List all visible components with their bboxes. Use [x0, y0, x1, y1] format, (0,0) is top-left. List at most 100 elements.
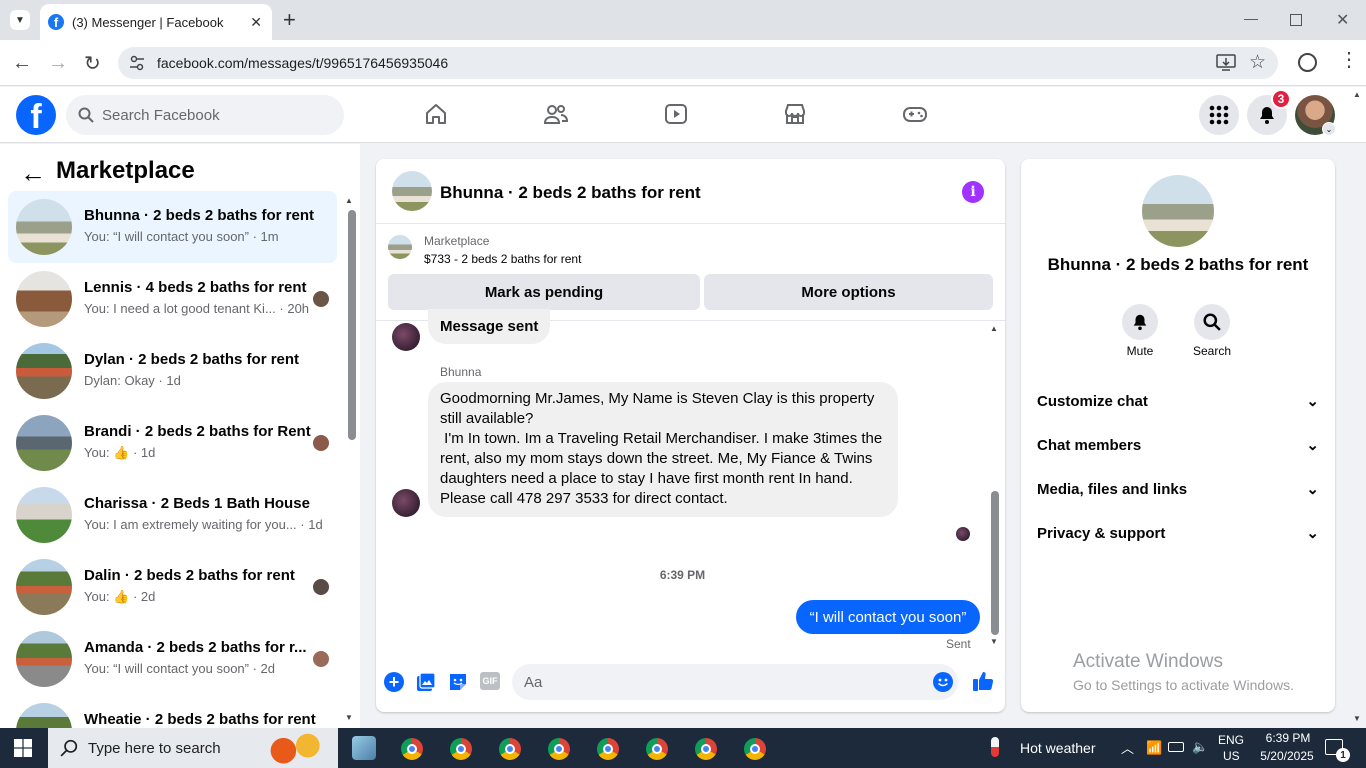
- menu-grid-button[interactable]: [1199, 95, 1239, 135]
- search-in-chat-button[interactable]: [1194, 304, 1230, 340]
- chrome-taskbar-icon[interactable]: [646, 738, 668, 760]
- page-scroll-down-icon[interactable]: ▼: [1353, 714, 1361, 723]
- read-receipt-avatar: [956, 527, 970, 541]
- chat-panel: Bhunna · 2 beds 2 baths for rent i Marke…: [376, 159, 1005, 712]
- clock-date[interactable]: 5/20/2025: [1252, 749, 1322, 763]
- tab-title: (3) Messenger | Facebook: [72, 14, 224, 30]
- scroll-up-icon[interactable]: ▲: [345, 196, 353, 205]
- language-region[interactable]: US: [1223, 749, 1240, 763]
- like-thumb-icon[interactable]: [972, 670, 994, 692]
- language-ime[interactable]: ENG: [1218, 733, 1244, 747]
- taskbar-search-icon: [60, 739, 78, 757]
- thread-item-lennis[interactable]: Lennis · 4 beds 2 baths for rent You: I …: [8, 263, 337, 335]
- thermometer-icon[interactable]: [991, 737, 999, 757]
- restore-icon[interactable]: [1290, 14, 1302, 26]
- message-input[interactable]: Aa: [512, 664, 958, 700]
- clock-time[interactable]: 6:39 PM: [1258, 731, 1318, 745]
- thread-item-dylan[interactable]: Dylan · 2 beds 2 baths for rent Dylan: O…: [8, 335, 337, 407]
- account-chevron-icon[interactable]: ⌄: [1322, 122, 1336, 136]
- tab-search-icon[interactable]: ▼: [10, 10, 30, 30]
- watch-icon[interactable]: [664, 102, 688, 126]
- windows-start-icon[interactable]: [14, 739, 32, 757]
- thread-preview: You: 👍 · 2d: [84, 589, 156, 604]
- privacy-support-row[interactable]: Privacy & support ⌄: [1037, 513, 1319, 553]
- reload-icon[interactable]: ↻: [84, 51, 101, 76]
- marketplace-icon[interactable]: [783, 102, 807, 126]
- profile-icon[interactable]: [1298, 53, 1317, 72]
- activate-windows-subtitle: Go to Settings to activate Windows.: [1073, 677, 1294, 693]
- chrome-taskbar-icon[interactable]: [450, 738, 472, 760]
- forward-icon[interactable]: →: [48, 52, 68, 75]
- info-icon[interactable]: i: [962, 181, 984, 203]
- chrome-taskbar-icon[interactable]: [695, 738, 717, 760]
- new-tab-icon[interactable]: +: [283, 9, 296, 31]
- chat-scrollbar[interactable]: [991, 491, 999, 635]
- browser-menu-icon[interactable]: ⋮: [1339, 50, 1359, 70]
- thread-name: Charissa · 2 Beds 1 Bath House: [84, 495, 310, 512]
- thread-item-wheatie[interactable]: Wheatie · 2 beds 2 baths for rent: [8, 695, 337, 728]
- facebook-logo-icon[interactable]: f: [16, 95, 56, 135]
- back-arrow-icon[interactable]: ←: [20, 158, 46, 189]
- photo-icon[interactable]: [416, 672, 436, 692]
- seen-avatar: [313, 651, 329, 667]
- chrome-taskbar-icon[interactable]: [597, 738, 619, 760]
- row-label: Customize chat: [1037, 392, 1148, 410]
- volume-icon[interactable]: 🔈: [1192, 739, 1208, 755]
- chrome-taskbar-icon[interactable]: [499, 738, 521, 760]
- page-scroll-up-icon[interactable]: ▲: [1353, 90, 1361, 99]
- listing-thumbnail: [16, 703, 72, 728]
- friends-icon[interactable]: [543, 102, 569, 126]
- row-label: Chat members: [1037, 436, 1142, 454]
- back-icon[interactable]: ←: [12, 52, 32, 75]
- weather-text[interactable]: Hot weather: [1020, 740, 1095, 756]
- chrome-taskbar-icon[interactable]: [744, 738, 766, 760]
- more-options-button[interactable]: More options: [704, 274, 993, 310]
- close-window-icon[interactable]: ✕: [1336, 10, 1349, 30]
- bookmark-star-icon[interactable]: ☆: [1249, 51, 1266, 74]
- install-app-icon[interactable]: [1216, 54, 1236, 72]
- thread-item-dalin[interactable]: Dalin · 2 beds 2 baths for rent You: 👍 ·…: [8, 551, 337, 623]
- thread-name: Dylan · 2 beds 2 baths for rent: [84, 351, 300, 368]
- thread-item-charissa[interactable]: Charissa · 2 Beds 1 Bath House You: I am…: [8, 479, 337, 551]
- thread-name: Brandi · 2 beds 2 baths for Rent: [84, 423, 311, 440]
- media-files-links-row[interactable]: Media, files and links ⌄: [1037, 469, 1319, 509]
- gaming-icon[interactable]: [902, 102, 928, 126]
- chat-avatar[interactable]: [392, 171, 432, 211]
- close-tab-icon[interactable]: ✕: [250, 14, 262, 31]
- battery-icon[interactable]: [1168, 742, 1184, 752]
- thread-item-bhunna[interactable]: Bhunna · 2 beds 2 baths for rent You: “I…: [8, 191, 337, 263]
- chat-scroll-down-icon[interactable]: ▼: [990, 637, 998, 646]
- emoji-icon[interactable]: [933, 672, 953, 692]
- mute-button[interactable]: [1122, 304, 1158, 340]
- gif-icon[interactable]: GIF: [480, 672, 500, 690]
- thread-name: Wheatie · 2 beds 2 baths for rent: [84, 711, 316, 728]
- site-info-icon[interactable]: [128, 54, 146, 72]
- chrome-taskbar-icon[interactable]: [401, 738, 423, 760]
- thread-item-amanda[interactable]: Amanda · 2 beds 2 baths for r... You: “I…: [8, 623, 337, 695]
- facebook-search-input[interactable]: Search Facebook: [66, 95, 344, 135]
- chat-members-row[interactable]: Chat members ⌄: [1037, 425, 1319, 465]
- chat-title[interactable]: Bhunna · 2 beds 2 baths for rent: [440, 183, 701, 203]
- mark-as-pending-button[interactable]: Mark as pending: [388, 274, 700, 310]
- notification-center-badge: 1: [1336, 748, 1350, 762]
- thread-list-scrollbar[interactable]: [348, 210, 356, 440]
- sticker-icon[interactable]: [448, 672, 468, 692]
- chat-scroll-up-icon[interactable]: ▲: [990, 324, 998, 333]
- thread-item-brandi[interactable]: Brandi · 2 beds 2 baths for Rent You: 👍 …: [8, 407, 337, 479]
- network-icon[interactable]: 📶: [1146, 740, 1162, 756]
- customize-chat-row[interactable]: Customize chat ⌄: [1037, 381, 1319, 421]
- scroll-down-icon[interactable]: ▼: [345, 713, 353, 722]
- row-label: Privacy & support: [1037, 524, 1166, 542]
- browser-tab[interactable]: f (3) Messenger | Facebook ✕: [40, 4, 272, 40]
- listing-description[interactable]: $733 - 2 beds 2 baths for rent: [424, 252, 581, 266]
- search-highlight-flowers-icon[interactable]: [266, 732, 324, 766]
- tray-chevron-icon[interactable]: ︿: [1121, 738, 1134, 757]
- bell-icon: [1133, 314, 1147, 331]
- taskbar-app-icon[interactable]: [352, 736, 376, 760]
- minimize-icon[interactable]: —: [1244, 10, 1258, 26]
- home-icon[interactable]: [424, 102, 448, 126]
- sent-status: Sent: [946, 637, 971, 651]
- plus-icon[interactable]: +: [384, 672, 404, 692]
- chrome-taskbar-icon[interactable]: [548, 738, 570, 760]
- url-text[interactable]: facebook.com/messages/t/9965176456935046: [157, 55, 448, 71]
